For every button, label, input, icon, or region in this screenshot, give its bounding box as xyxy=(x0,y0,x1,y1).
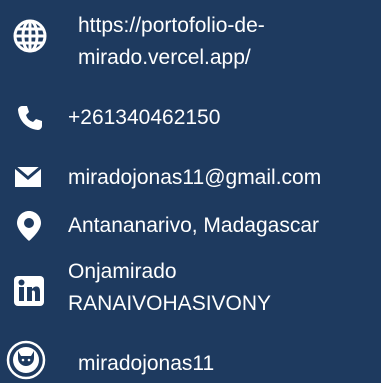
linkedin-name[interactable]: Onjamirado RANAIVOHASIVONY xyxy=(68,256,271,320)
linkedin-icon xyxy=(14,276,44,306)
contact-website[interactable]: https://portofolio-de- mirado.vercel.app… xyxy=(0,0,381,96)
contact-phone[interactable]: +261340462150 xyxy=(0,96,381,140)
website-link[interactable]: https://portofolio-de- mirado.vercel.app… xyxy=(78,10,265,74)
website-line-2: mirado.vercel.app/ xyxy=(78,46,251,69)
globe-icon xyxy=(13,19,47,53)
phone-icon xyxy=(18,106,42,130)
phone-number[interactable]: +261340462150 xyxy=(68,102,220,134)
contact-email[interactable]: miradojonas11@gmail.com xyxy=(0,156,381,200)
map-pin-icon xyxy=(17,211,41,241)
website-line-1: https://portofolio-de- xyxy=(78,14,265,37)
envelope-icon xyxy=(14,166,42,187)
contact-github[interactable]: miradojonas11 xyxy=(0,336,381,383)
linkedin-line-1: Onjamirado xyxy=(68,260,177,283)
contact-location[interactable]: Antananarivo, Madagascar xyxy=(0,204,381,248)
contact-panel: https://portofolio-de- mirado.vercel.app… xyxy=(0,0,381,383)
linkedin-line-2: RANAIVOHASIVONY xyxy=(68,292,272,315)
github-username[interactable]: miradojonas11 xyxy=(78,348,214,380)
location-text: Antananarivo, Madagascar xyxy=(68,214,319,237)
github-icon xyxy=(6,340,46,380)
contact-linkedin[interactable]: Onjamirado RANAIVOHASIVONY xyxy=(0,256,381,326)
email-address[interactable]: miradojonas11@gmail.com xyxy=(68,162,321,194)
